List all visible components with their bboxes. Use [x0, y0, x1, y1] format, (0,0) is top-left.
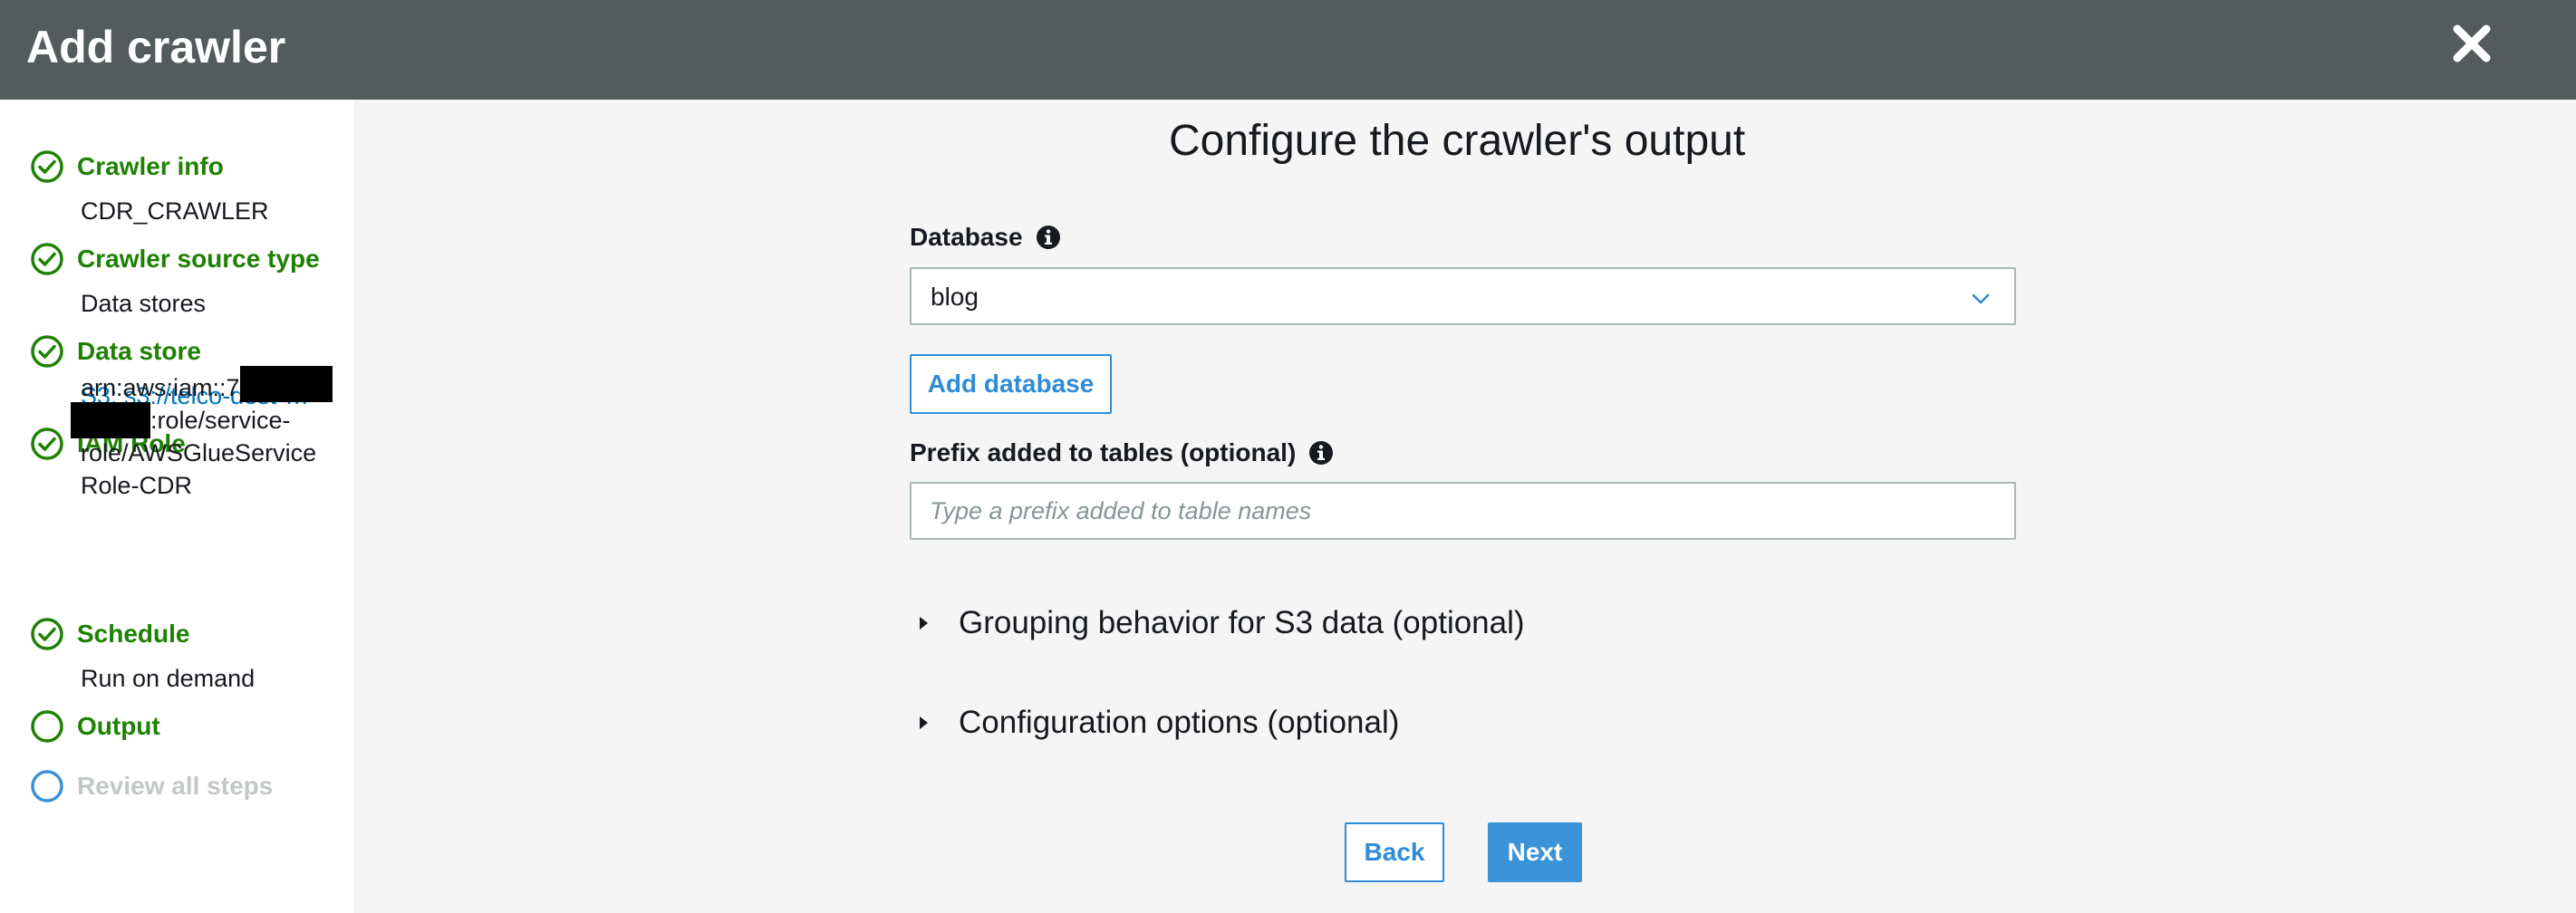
- expander-label: Grouping behavior for S3 data (optional): [959, 605, 1525, 640]
- info-icon[interactable]: [1308, 440, 1334, 466]
- modal-header: Add crawler: [0, 0, 2576, 100]
- table-prefix-input[interactable]: [910, 482, 2016, 540]
- step-output[interactable]: Output: [30, 706, 160, 746]
- step-label: Review all steps: [77, 772, 274, 800]
- iam-role-line: arn:aws:iam::7: [81, 374, 240, 401]
- database-label: Database: [910, 223, 1061, 252]
- chevron-down-icon: [1972, 293, 1990, 304]
- step-label: Data store: [77, 337, 201, 365]
- step-label: Output: [77, 712, 160, 740]
- close-icon[interactable]: [2446, 18, 2497, 69]
- add-database-button[interactable]: Add database: [910, 354, 1112, 414]
- page-title: Configure the crawler's output: [1169, 117, 1746, 165]
- step-review-all-steps: Review all steps: [30, 766, 273, 806]
- step-label: Schedule: [77, 620, 190, 648]
- info-icon[interactable]: [1036, 225, 1061, 250]
- caret-right-icon: [920, 617, 928, 629]
- check-circle-icon: [31, 150, 63, 183]
- check-circle-icon: [31, 243, 63, 275]
- prefix-label-text: Prefix added to tables (optional): [910, 438, 1297, 466]
- back-button[interactable]: Back: [1345, 822, 1444, 882]
- circle-icon: [31, 710, 63, 743]
- step-data-store[interactable]: Data store: [30, 332, 201, 371]
- iam-role-line: role/AWSGlueService: [81, 439, 317, 466]
- expander-label: Configuration options (optional): [959, 705, 1400, 740]
- step-value-schedule: Run on demand: [81, 665, 256, 692]
- grouping-behavior-expander[interactable]: Grouping behavior for S3 data (optional): [915, 605, 1525, 641]
- step-schedule[interactable]: Schedule: [30, 614, 189, 654]
- iam-role-line: Role-CDR: [81, 472, 193, 499]
- step-label: Crawler info: [77, 152, 224, 180]
- redaction-block: [239, 366, 333, 402]
- step-value-iam-role: arn:aws:iam::7 :role/service- role/AWSGl…: [71, 366, 333, 502]
- step-crawler-source-type[interactable]: Crawler source type: [30, 239, 320, 279]
- check-circle-icon: [31, 335, 63, 368]
- modal-title: Add crawler: [26, 22, 286, 72]
- step-crawler-info[interactable]: Crawler info: [30, 147, 224, 187]
- configuration-options-expander[interactable]: Configuration options (optional): [915, 705, 1399, 741]
- step-label: Crawler source type: [77, 245, 320, 273]
- check-circle-icon: [31, 428, 63, 460]
- database-selected-value: blog: [931, 283, 979, 311]
- caret-right-icon: [920, 716, 928, 729]
- database-label-text: Database: [910, 223, 1023, 251]
- next-button[interactable]: Next: [1488, 822, 1582, 882]
- database-select[interactable]: blog: [910, 267, 2016, 325]
- redaction-block: [71, 402, 150, 438]
- check-circle-icon: [31, 618, 63, 650]
- circle-icon: [31, 770, 63, 802]
- prefix-label: Prefix added to tables (optional): [910, 438, 1334, 467]
- step-value-crawler-name: CDR_CRAWLER: [81, 197, 269, 225]
- step-value-source-type: Data stores: [81, 290, 207, 317]
- iam-role-line: :role/service-: [150, 407, 291, 434]
